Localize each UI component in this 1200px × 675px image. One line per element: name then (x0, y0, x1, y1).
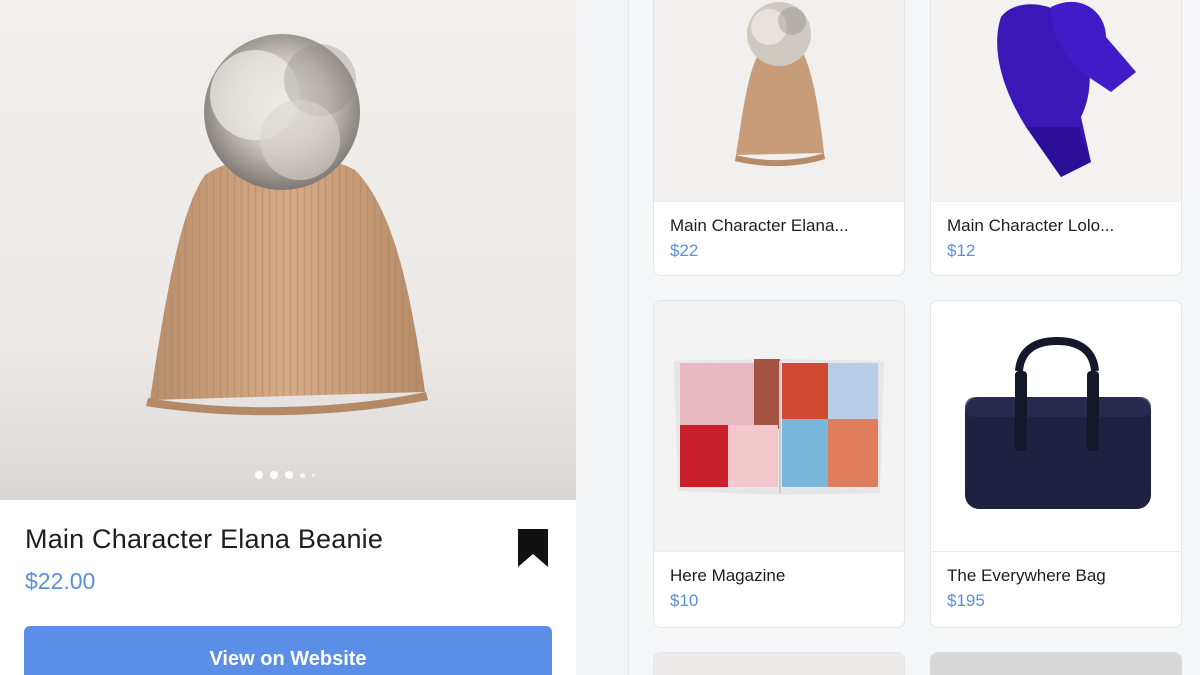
product-card[interactable]: The Everywhere Bag $195 (930, 300, 1182, 628)
shop-screen: Main Character Elana Beanie $22.00 View … (0, 0, 1200, 675)
beanie-photo (146, 34, 428, 416)
product-card-price: $22 (670, 241, 699, 260)
mittens-thumbnail (997, 1, 1136, 178)
product-card[interactable]: Main Character Lolo... $12 (930, 0, 1182, 276)
bag-thumbnail (965, 336, 1151, 509)
product-card-name: Main Character Elana... (670, 216, 849, 235)
product-title: Main Character Elana Beanie (25, 524, 384, 554)
product-card-info: The Everywhere Bag $195 (931, 551, 1181, 627)
product-card[interactable]: Here Magazine $10 (653, 300, 905, 628)
product-card-name: The Everywhere Bag (947, 566, 1106, 585)
bookmark-icon[interactable] (516, 529, 550, 567)
carousel-dot[interactable] (255, 471, 263, 479)
carousel-dot[interactable] (270, 471, 278, 479)
product-card-info: Here Magazine $10 (654, 551, 904, 627)
carousel-dots[interactable] (255, 471, 315, 479)
product-detail-panel: Main Character Elana Beanie $22.00 View … (0, 0, 576, 675)
product-image-carousel[interactable] (0, 0, 576, 500)
product-card-image (654, 301, 904, 551)
magazine-thumbnail (674, 359, 884, 495)
beanie-thumbnail (735, 2, 825, 167)
product-card-price: $195 (947, 591, 985, 610)
product-card-partial[interactable] (653, 652, 905, 675)
product-card-price: $12 (947, 241, 976, 260)
carousel-dot[interactable] (312, 473, 315, 477)
product-grid: Main Character Elana... $22 Main Charact… (628, 0, 1200, 675)
product-card-partial[interactable] (930, 652, 1182, 675)
view-on-website-button[interactable]: View on Website (24, 626, 552, 675)
product-card-price: $10 (670, 591, 699, 610)
product-card-info: Main Character Elana... $22 (654, 201, 904, 275)
product-card-image (654, 0, 904, 201)
product-card-info: Main Character Lolo... $12 (931, 201, 1181, 275)
carousel-dot[interactable] (300, 472, 305, 478)
product-price: $22.00 (25, 568, 96, 594)
product-card[interactable]: Main Character Elana... $22 (653, 0, 905, 276)
product-card-name: Main Character Lolo... (947, 216, 1115, 235)
product-card-image (931, 301, 1181, 551)
product-card-image (931, 0, 1181, 201)
product-card-name: Here Magazine (670, 566, 786, 585)
carousel-dot[interactable] (285, 471, 293, 479)
